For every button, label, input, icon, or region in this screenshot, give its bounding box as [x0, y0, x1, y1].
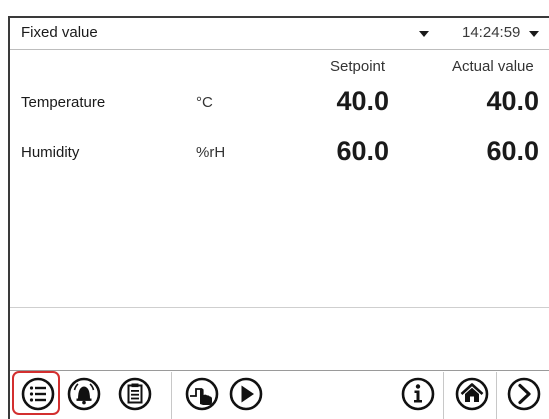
- alarm-bell-icon: [67, 377, 101, 411]
- event-list-button[interactable]: [115, 374, 155, 414]
- home-button[interactable]: [452, 374, 492, 414]
- setpoint-column-header: Setpoint: [330, 58, 386, 75]
- chevron-down-icon: [529, 31, 539, 37]
- program-start-button[interactable]: [226, 374, 266, 414]
- temperature-unit: °C: [196, 94, 213, 111]
- humidity-setpoint[interactable]: 60.0: [299, 136, 389, 167]
- operating-mode-label: Fixed value: [21, 24, 98, 41]
- toolbar-separator: [496, 372, 497, 419]
- info-button[interactable]: [398, 374, 438, 414]
- toolbar-separator: [443, 372, 444, 419]
- toolbar-separator: [171, 372, 172, 419]
- clock-dropdown[interactable]: 14:24:59: [438, 18, 549, 49]
- content-divider: [10, 307, 549, 308]
- humidity-unit: %rH: [196, 144, 226, 161]
- operating-mode-dropdown[interactable]: Fixed value: [10, 18, 438, 49]
- next-page-button[interactable]: [504, 374, 544, 414]
- temperature-label: Temperature: [21, 94, 106, 111]
- menu-icon: [21, 377, 55, 411]
- hand-touch-icon: [185, 377, 219, 411]
- actual-value-column-header: Actual value: [452, 58, 534, 75]
- play-icon: [229, 377, 263, 411]
- temperature-setpoint[interactable]: 40.0: [299, 86, 389, 117]
- display-frame: [8, 16, 549, 419]
- menu-button[interactable]: [12, 371, 60, 415]
- chevron-down-icon: [419, 31, 429, 37]
- temperature-actual-value: 40.0: [486, 86, 539, 116]
- header-bar: Fixed value 14:24:59: [10, 18, 549, 50]
- alarm-button[interactable]: [64, 374, 104, 414]
- clipboard-icon: [118, 377, 152, 411]
- humidity-actual-value: 60.0: [486, 136, 539, 166]
- info-icon: [401, 377, 435, 411]
- home-icon: [455, 377, 489, 411]
- clock-time: 14:24:59: [462, 24, 521, 41]
- manual-operation-button[interactable]: [182, 374, 222, 414]
- humidity-label: Humidity: [21, 144, 80, 161]
- next-arrow-icon: [507, 377, 541, 411]
